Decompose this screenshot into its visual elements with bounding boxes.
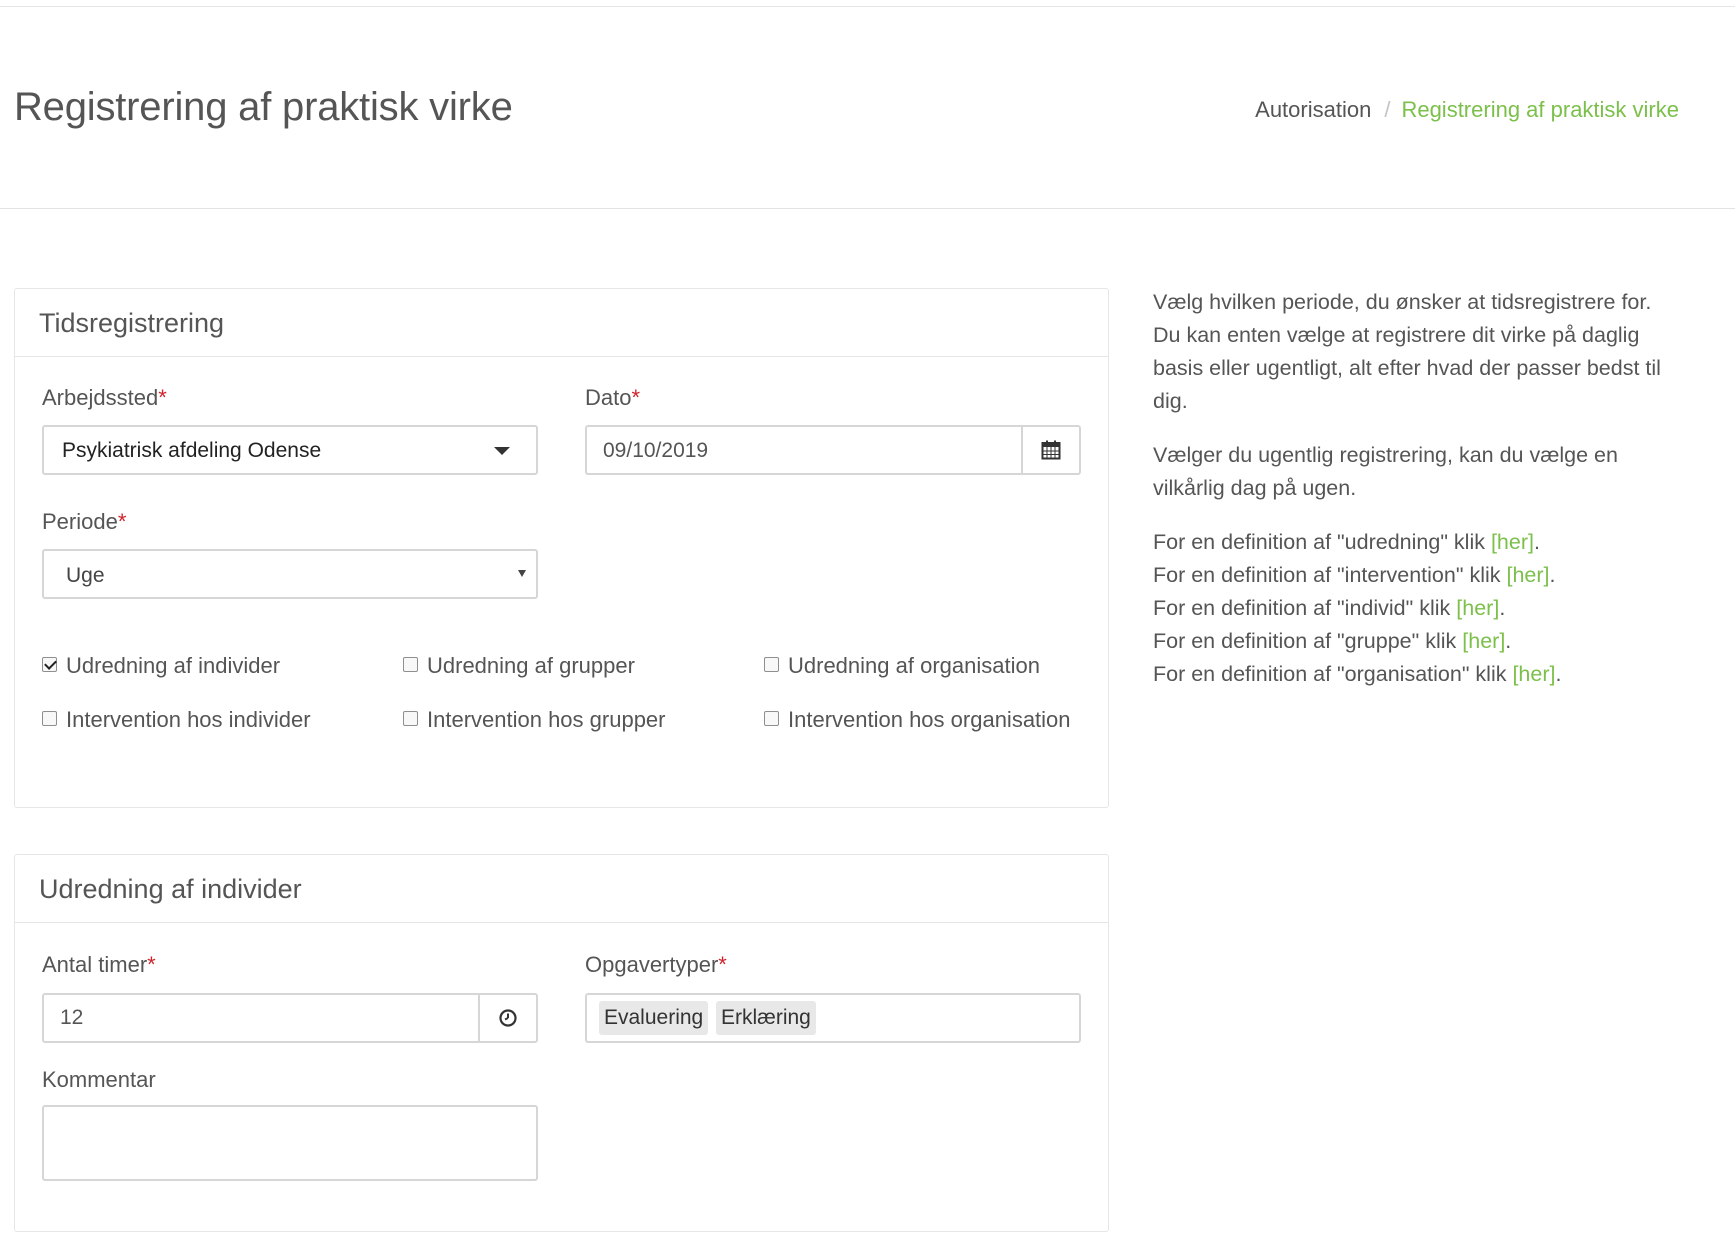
definition-organisation: For en definition af "organisation" klik… (1153, 662, 1562, 686)
definition-gruppe: For en definition af "gruppe" klik [her]… (1153, 629, 1512, 653)
antal-timer-value: 12 (60, 1006, 84, 1029)
tidsregistrering-panel: Tidsregistrering Arbejdssted* Psykiatris… (14, 288, 1109, 808)
help-paragraph-1: Vælg hvilken periode, du ønsker at tidsr… (1153, 290, 1661, 413)
caret-down-icon (494, 447, 510, 455)
udredning-individer-heading: Udredning af individer (15, 855, 1108, 923)
periode-select[interactable]: Uge (42, 549, 538, 599)
required-mark: * (718, 952, 727, 977)
opgavertyper-label: Opgavertyper* (585, 952, 727, 977)
definition-udredning-link[interactable]: [her] (1491, 530, 1534, 554)
help-text: Vælg hvilken periode, du ønsker at tidsr… (1153, 286, 1693, 712)
clock-button[interactable] (478, 995, 536, 1041)
breadcrumb-current: Registrering af praktisk virke (1401, 97, 1679, 122)
kommentar-textarea[interactable] (42, 1105, 538, 1181)
checkbox-icon[interactable] (403, 710, 418, 726)
required-mark: * (158, 385, 167, 410)
antal-timer-label: Antal timer* (42, 952, 156, 977)
required-mark: * (147, 952, 156, 977)
periode-value: Uge (66, 564, 105, 587)
checkbox-icon[interactable] (764, 656, 779, 672)
checkbox-udredning-organisation[interactable]: Udredning af organisation (764, 653, 1040, 679)
caret-down-icon (518, 570, 526, 577)
checkbox-icon[interactable] (764, 710, 779, 726)
checkbox-intervention-organisation[interactable]: Intervention hos organisation (764, 707, 1071, 733)
help-definitions: For en definition af "udredning" klik [h… (1153, 526, 1693, 691)
checkbox-icon[interactable] (42, 710, 57, 726)
tag-evaluering[interactable]: Evaluering (599, 1001, 709, 1035)
kommentar-label: Kommentar (42, 1067, 156, 1092)
definition-intervention-link[interactable]: [her] (1506, 563, 1549, 587)
checkbox-intervention-grupper[interactable]: Intervention hos grupper (403, 707, 666, 733)
checkbox-udredning-grupper[interactable]: Udredning af grupper (403, 653, 635, 679)
definition-udredning: For en definition af "udredning" klik [h… (1153, 530, 1540, 554)
tidsregistrering-heading: Tidsregistrering (15, 289, 1108, 357)
checkbox-udredning-individer[interactable]: Udredning af individer (42, 653, 280, 679)
dato-input[interactable]: 09/10/2019 (585, 425, 1081, 475)
help-paragraph-2: Vælger du ugentlig registrering, kan du … (1153, 443, 1618, 500)
definition-individ: For en definition af "individ" klik [her… (1153, 596, 1506, 620)
checkbox-intervention-individer[interactable]: Intervention hos individer (42, 707, 311, 733)
antal-timer-input[interactable]: 12 (42, 993, 538, 1043)
udredning-individer-panel: Udredning af individer Antal timer* 12 O… (14, 854, 1109, 1232)
required-mark: * (117, 509, 127, 534)
arbejdssted-select[interactable]: Psykiatrisk afdeling Odense (42, 425, 538, 475)
periode-label: Periode* (42, 509, 127, 534)
breadcrumb-autorisation-link[interactable]: Autorisation (1255, 97, 1371, 122)
definition-individ-link[interactable]: [her] (1456, 596, 1499, 620)
breadcrumb: Autorisation / Registrering af praktisk vi… (1255, 97, 1679, 123)
arbejdssted-label: Arbejdssted* (42, 385, 167, 410)
definition-organisation-link[interactable]: [her] (1512, 662, 1555, 686)
dato-label: Dato* (585, 385, 641, 410)
checkbox-checked-icon[interactable] (42, 656, 57, 672)
arbejdssted-value: Psykiatrisk afdeling Odense (62, 439, 322, 462)
page-title: Registrering af praktisk virke (14, 85, 513, 129)
opgavertyper-tag-input[interactable]: Evaluering Erklæring (585, 993, 1081, 1043)
dato-value: 09/10/2019 (603, 439, 709, 462)
definition-intervention: For en definition af "intervention" klik… (1153, 563, 1556, 587)
calendar-button[interactable] (1021, 427, 1079, 473)
calendar-icon (1041, 440, 1061, 460)
tag-erklaering[interactable]: Erklæring (716, 1001, 816, 1035)
definition-gruppe-link[interactable]: [her] (1462, 629, 1505, 653)
breadcrumb-separator: / (1384, 97, 1391, 122)
required-mark: * (631, 385, 641, 410)
checkbox-icon[interactable] (403, 656, 418, 672)
page-header: Registrering af praktisk virke Autorisat… (0, 7, 1735, 209)
clock-icon (499, 1009, 517, 1027)
